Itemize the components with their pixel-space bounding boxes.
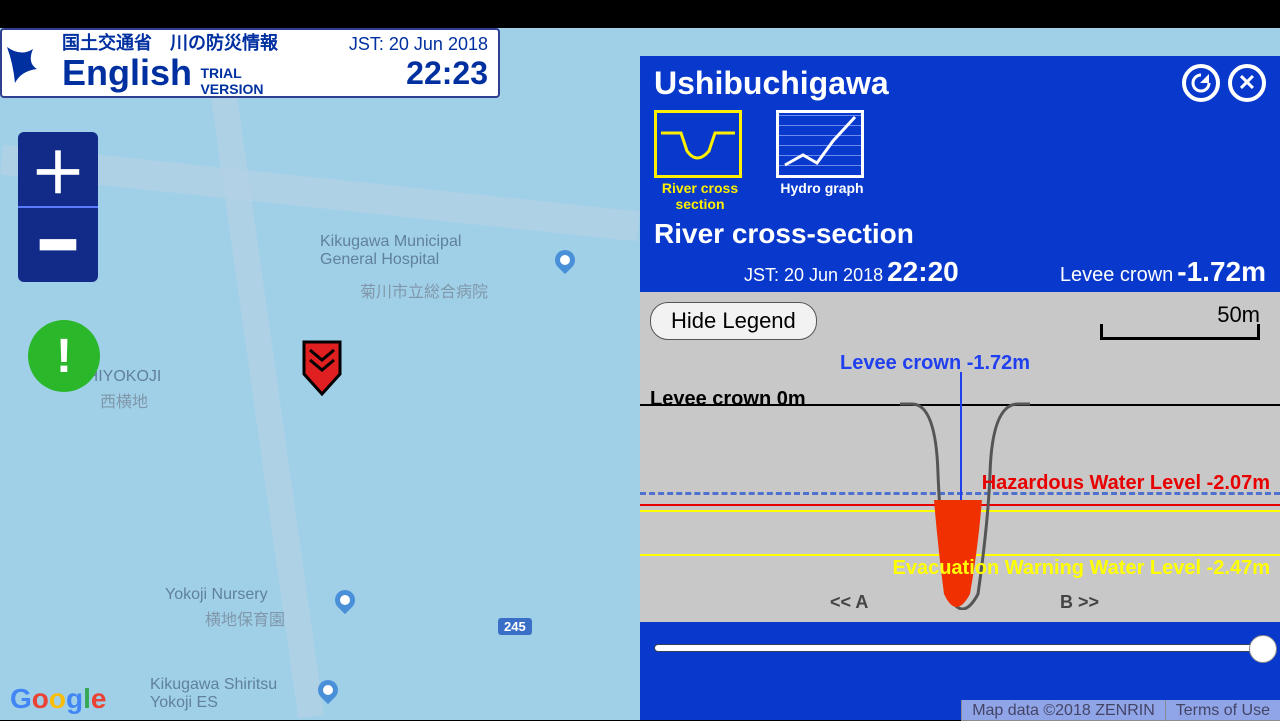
route-badge: 245 [498,618,532,635]
obs-date: JST: 20 Jun 2018 [744,265,883,286]
close-button[interactable]: ✕ [1228,64,1266,102]
cross-section-icon [654,110,742,178]
cross-section-diagram: Hide Legend 50m Levee crown -1.72m Levee… [640,292,1280,622]
section-meta: JST: 20 Jun 2018 22:20 Levee crown -1.72… [640,256,1280,292]
nursery-poi-icon [331,586,359,614]
panel-title: Ushibuchigawa [654,65,1174,102]
map-label-hospital: Kikugawa Municipal General Hospital [320,233,461,269]
zoom-controls: ＋ ━ [18,132,98,282]
tab-cross-section[interactable]: River cross section [654,110,746,212]
tab-label: River cross section [654,180,746,212]
detail-panel: Ushibuchigawa ✕ River cross section Hydr… [640,56,1280,720]
header-date: JST: 20 Jun 2018 [349,34,488,55]
levee-crown-label: Levee crown [1060,264,1173,287]
map-label-school: Kikugawa Shiritsu Yokoji ES [150,676,277,712]
tab-label: Hydro graph [776,180,868,196]
refresh-button[interactable] [1182,64,1220,102]
time-slider[interactable] [640,622,1280,674]
hide-legend-button[interactable]: Hide Legend [650,302,817,340]
google-logo: Google [10,683,106,715]
scale-bar: 50m [1100,302,1260,340]
map-label-nursery: Yokoji Nursery [165,586,268,604]
map-label-shiyokoji-jp: 西横地 [100,388,148,412]
header-bar: 国土交通省 川の防災情報 English TRIALVERSION JST: 2… [0,28,500,98]
label-evac: Evacuation Warning Water Level -2.47m [892,557,1270,580]
hydrograph-icon [776,110,864,178]
header-trial: TRIALVERSION [200,65,263,97]
section-title: River cross-section [640,212,1280,256]
label-side-a: << A [830,592,868,613]
label-side-b: B >> [1060,592,1099,613]
attrib-terms[interactable]: Terms of Use [1165,700,1280,721]
header-time: 22:23 [349,55,488,92]
zoom-out-button[interactable]: ━ [18,208,98,282]
zoom-in-button[interactable]: ＋ [18,132,98,206]
alert-badge[interactable]: ! [28,320,100,392]
slider-thumb[interactable] [1249,635,1277,663]
map-attribution: Map data ©2018 ZENRINTerms of Use [961,702,1280,720]
map-label-hospital-jp: 菊川市立総合病院 [360,278,488,302]
exclaim-icon: ! [56,329,72,384]
label-levee-black: Levee crown 0m [650,388,806,411]
tab-hydrograph[interactable]: Hydro graph [776,110,868,212]
map-label-nursery-jp: 横地保育園 [205,606,285,630]
hospital-poi-icon [551,246,579,274]
river-station-marker[interactable] [300,338,344,403]
river-wave-icon [2,33,62,93]
levee-crown-value: -1.72m [1177,256,1266,288]
label-levee-blue: Levee crown -1.72m [840,352,1030,375]
label-hazard: Hazardous Water Level -2.07m [982,472,1270,495]
obs-time: 22:20 [887,256,959,288]
header-language: English [62,52,192,93]
attrib-data[interactable]: Map data ©2018 ZENRIN [961,700,1165,721]
